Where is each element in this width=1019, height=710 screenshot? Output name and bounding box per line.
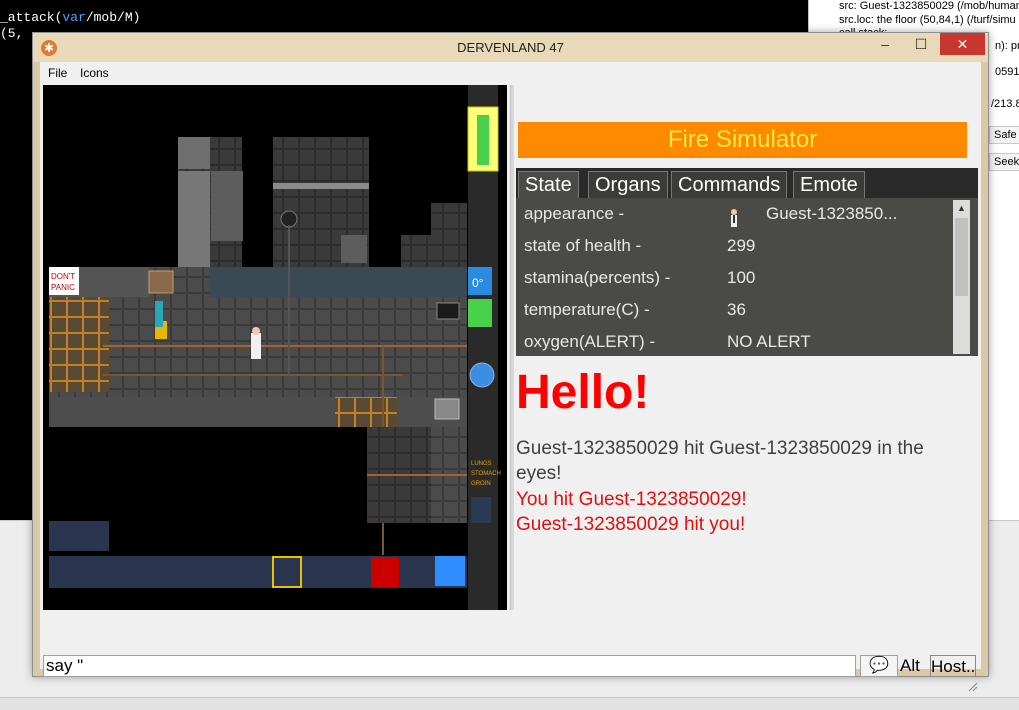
chat-output: Hello! Guest-1323850029 hit Guest-132385… xyxy=(514,361,981,651)
debug-line: src: Guest-1323850029 (/mob/human xyxy=(839,0,1019,12)
chat-message: Guest-1323850029 hit Guest-1323850029 in… xyxy=(516,438,930,484)
temp-alert-icon xyxy=(468,299,492,327)
map-vent xyxy=(436,302,460,320)
menu-icons[interactable]: Icons xyxy=(80,66,109,80)
map-oxygen-tank[interactable] xyxy=(155,301,163,327)
intent-label: LUNGS xyxy=(471,461,492,467)
player-character[interactable] xyxy=(251,333,261,359)
map-fan xyxy=(148,270,174,294)
stat-label: temperature(C) - xyxy=(524,300,650,319)
tab-emote[interactable]: Emote xyxy=(793,171,865,198)
debug-line: 0591. xyxy=(995,66,1019,78)
debug-line: /213.8 xyxy=(991,98,1019,110)
stat-label: oxygen(ALERT) - xyxy=(524,332,656,351)
game-window: ✱ DERVENLAND 47 – ☐ ✕ File Icons DON'T P… xyxy=(32,32,989,692)
map-wall xyxy=(211,171,243,241)
map-window-wall xyxy=(209,267,467,297)
debug-line: n): pro xyxy=(995,40,1019,52)
scroll-thumb[interactable] xyxy=(955,218,968,296)
chat-message: Guest-1323850029 hit you! xyxy=(516,514,746,535)
map-catwalk xyxy=(335,397,397,427)
host-button[interactable]: Host.. xyxy=(930,655,976,677)
dont-panic-text: PANIC xyxy=(51,283,75,292)
tab-bar: State Organs Commands Emote xyxy=(516,168,978,198)
say-button[interactable]: 💬 xyxy=(860,655,898,677)
info-pane: Fire Simulator State Organs Commands Emo… xyxy=(514,85,981,651)
seeker-button[interactable]: Seeke xyxy=(989,153,1019,171)
debug-line: src.loc: the floor (50,84,1) (/turf/simu xyxy=(839,14,1016,26)
intent-label: GROIN xyxy=(471,481,491,487)
menu-file[interactable]: File xyxy=(48,66,67,80)
intent-label: STOMACH xyxy=(471,471,501,477)
stat-value: 100 xyxy=(727,268,756,287)
tab-state[interactable]: State xyxy=(518,171,579,198)
inventory-bar xyxy=(49,556,467,588)
stat-label: state of health - xyxy=(524,236,642,255)
menu-bar: File Icons xyxy=(40,62,981,82)
code-line: _attack(var/mob/M) xyxy=(0,10,141,25)
minimize-button[interactable]: – xyxy=(870,33,900,55)
health-doll-body xyxy=(477,115,489,165)
stat-value: NO ALERT xyxy=(727,332,811,351)
resize-grip-icon[interactable] xyxy=(968,682,978,692)
map-apc[interactable] xyxy=(434,398,460,420)
map-catwalk xyxy=(49,297,109,392)
map-wall xyxy=(178,171,210,267)
map-floor-area xyxy=(431,203,467,267)
red-slot[interactable] xyxy=(371,557,399,587)
map-vent xyxy=(280,210,298,228)
map-wall xyxy=(273,183,369,189)
dont-panic-text: DON'T xyxy=(51,272,75,281)
inventory-top-slots xyxy=(49,521,109,551)
safe-button[interactable]: Safe xyxy=(989,126,1019,144)
window-client: File Icons DON'T PANIC 0° LUNGS STOMACH … xyxy=(40,62,981,692)
stat-value: 299 xyxy=(727,236,756,255)
map-door xyxy=(178,137,210,169)
chat-greeting: Hello! xyxy=(516,366,650,419)
tab-commands[interactable]: Commands xyxy=(671,171,788,198)
state-panel: appearance - Guest-1323850... state of h… xyxy=(516,198,978,356)
map-wall xyxy=(49,397,467,427)
chat-message: You hit Guest-1323850029! xyxy=(516,489,747,510)
character-avatar-icon xyxy=(731,209,737,227)
tab-organs[interactable]: Organs xyxy=(588,171,668,198)
window-title: DERVENLAND 47 xyxy=(457,40,564,55)
maximize-button[interactable]: ☐ xyxy=(906,33,936,55)
close-button[interactable]: ✕ xyxy=(940,33,985,55)
stat-value: Guest-1323850... xyxy=(766,204,898,223)
title-bar[interactable]: ✱ DERVENLAND 47 – ☐ ✕ xyxy=(33,33,988,62)
stat-scrollbar[interactable]: ▲ xyxy=(953,200,970,354)
map-floor-area xyxy=(401,235,433,267)
command-input[interactable]: say " xyxy=(43,655,856,677)
heart-icon[interactable] xyxy=(469,362,495,388)
alt-button[interactable]: Alt xyxy=(900,655,930,677)
temperature-readout: 0° xyxy=(472,276,484,290)
scroll-up-icon[interactable]: ▲ xyxy=(953,200,970,216)
walk-toggle[interactable] xyxy=(471,497,491,523)
map-locker xyxy=(341,235,367,263)
stat-label: appearance - xyxy=(524,204,625,223)
stat-value: 36 xyxy=(727,300,746,319)
background-taskbar xyxy=(0,697,1019,710)
server-banner: Fire Simulator xyxy=(518,122,967,158)
stat-label: stamina(percents) - xyxy=(524,268,671,287)
throw-arrow-icon[interactable] xyxy=(435,556,465,586)
map-canvas[interactable]: DON'T PANIC 0° LUNGS STOMACH GROIN xyxy=(43,85,507,610)
game-map-view[interactable]: DON'T PANIC 0° LUNGS STOMACH GROIN xyxy=(43,85,507,610)
player-head xyxy=(252,327,260,335)
speech-bubble-icon: 💬 xyxy=(869,657,889,674)
